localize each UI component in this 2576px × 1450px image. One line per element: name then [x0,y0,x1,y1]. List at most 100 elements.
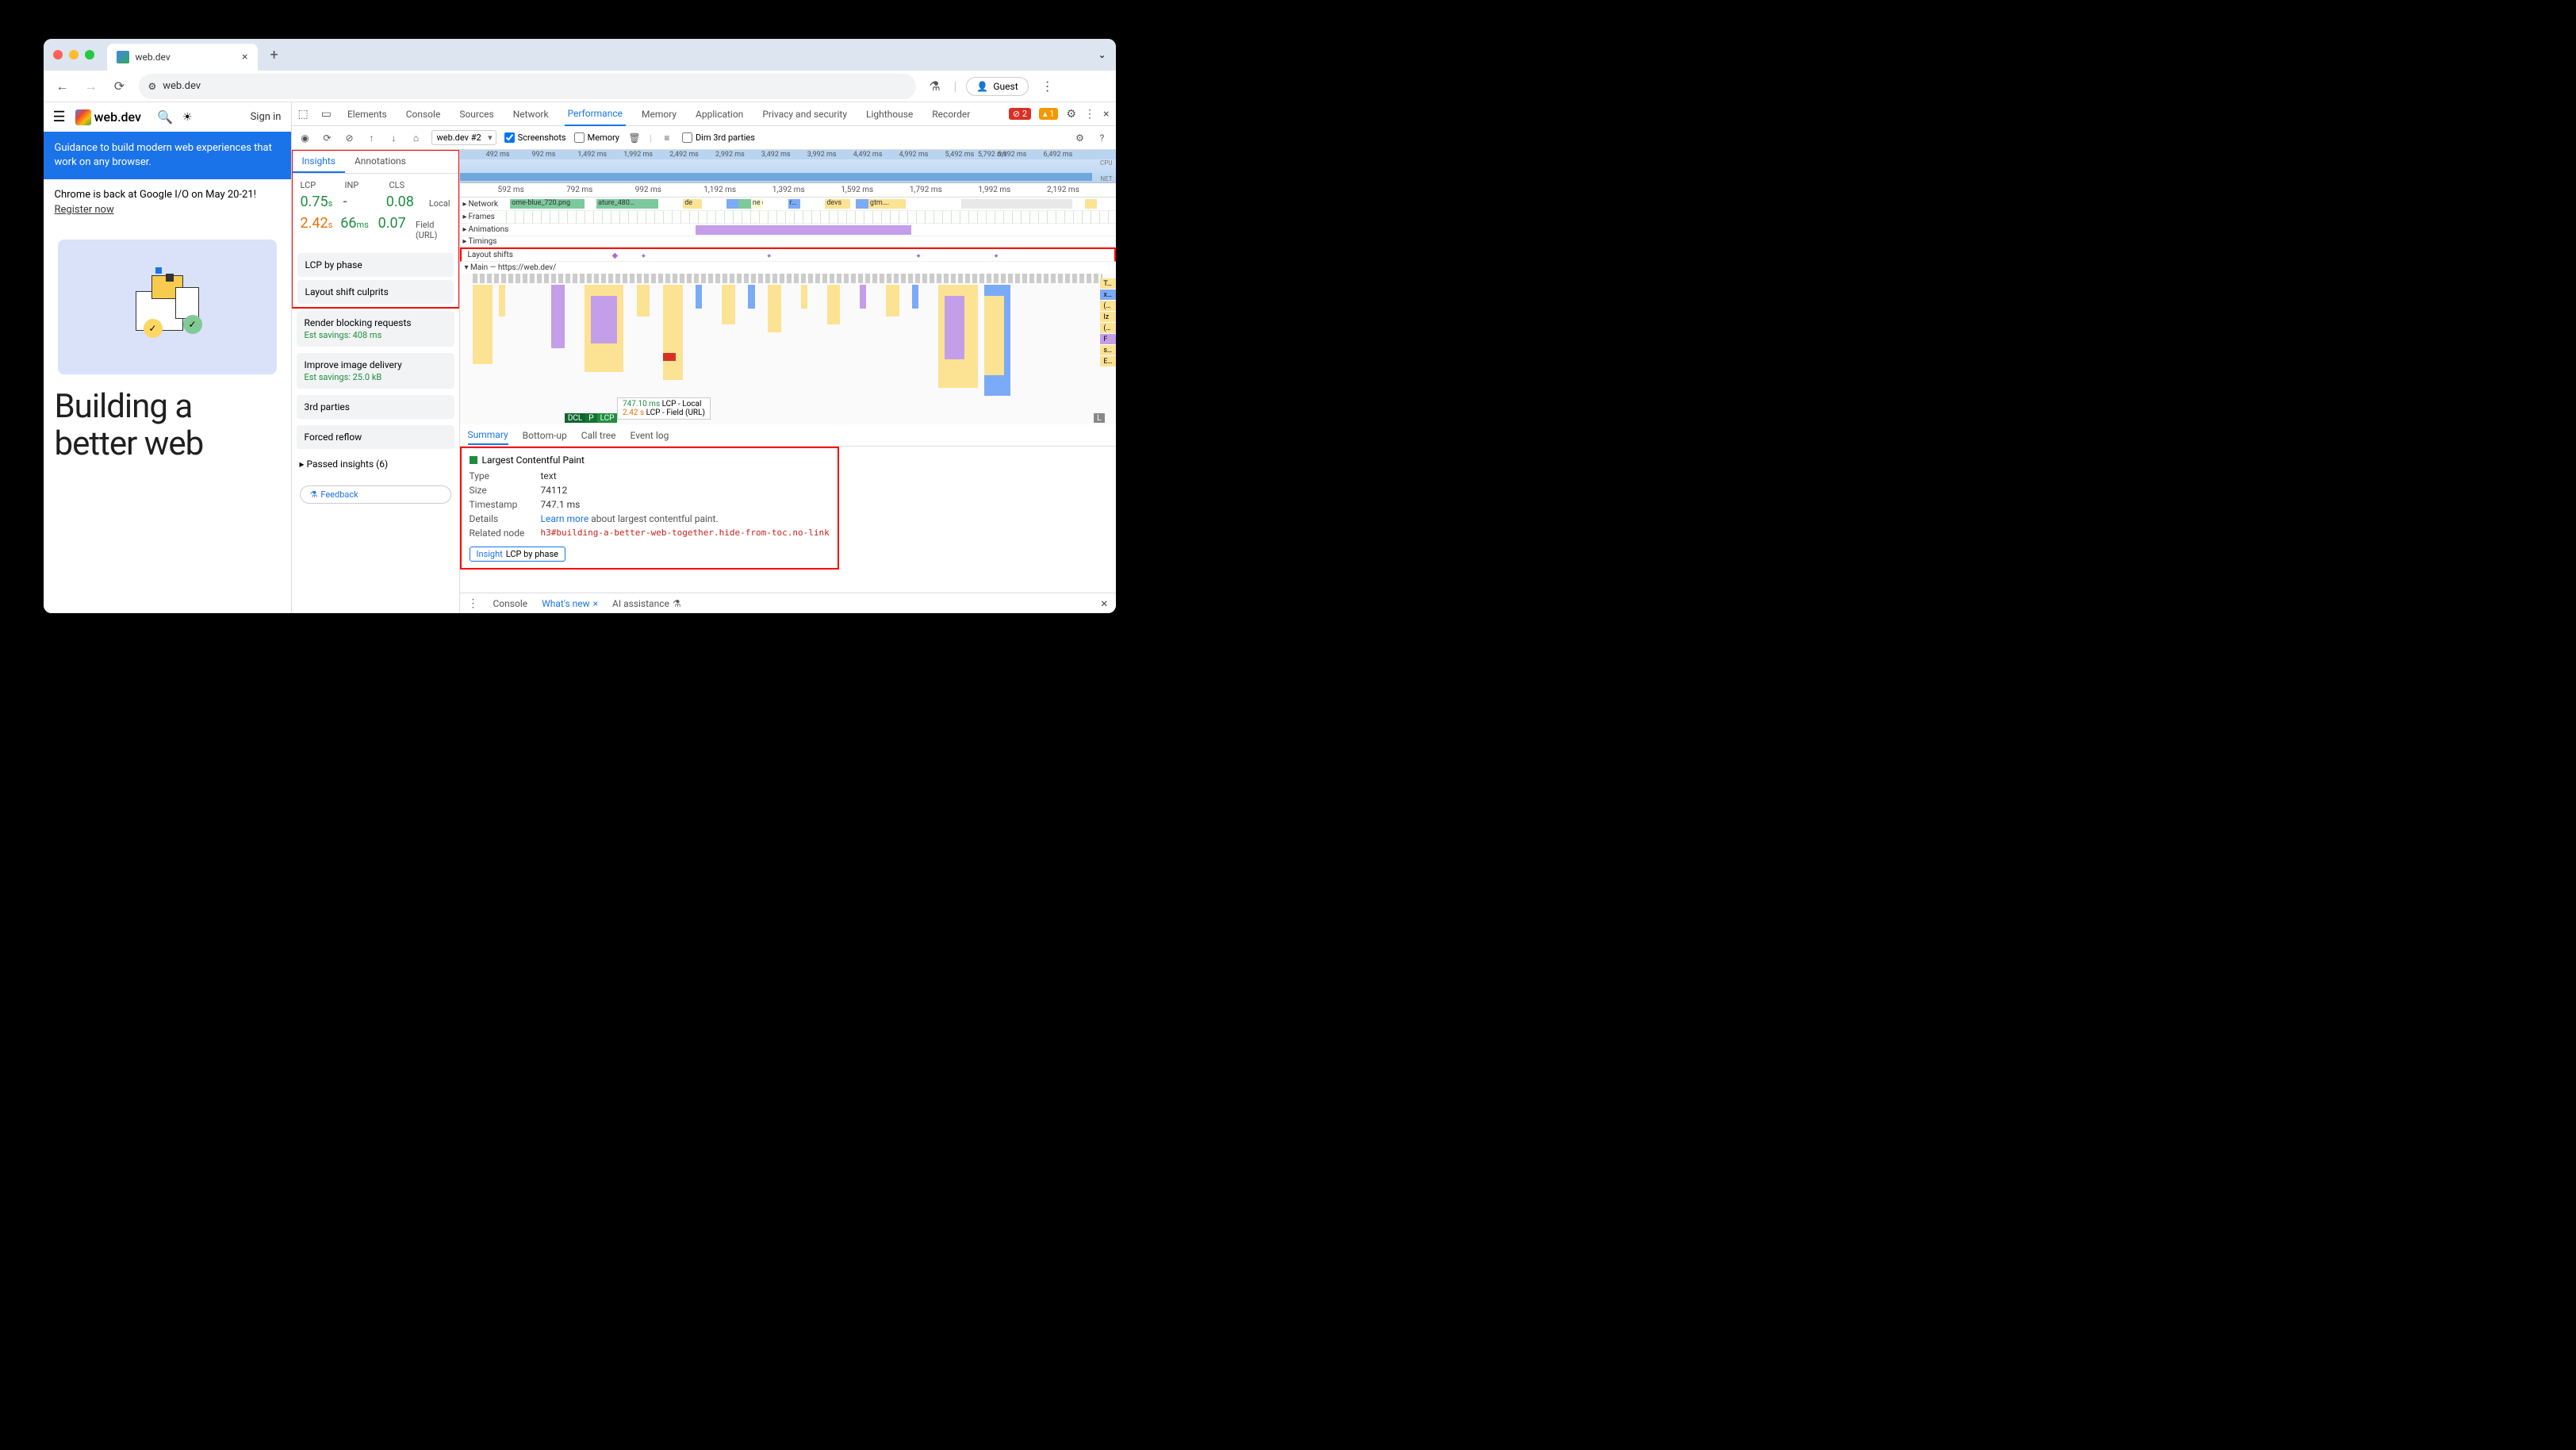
browser-window: web.dev × + ⌄ ← → ⟳ ⚙ web.dev ⚗ | 👤 Gues… [44,39,1116,613]
tab-console[interactable]: Console [403,109,444,120]
clear-icon[interactable]: ⊘ [343,132,357,144]
dim-3rd-checkbox[interactable]: Dim 3rd parties [682,132,755,143]
rendered-page: ☰ web.dev 🔍 ☀ Sign in Guidance to build … [44,102,291,613]
details-tabs: Summary Bottom-up Call tree Event log [460,424,1116,447]
upload-icon[interactable]: ↑ [365,132,379,144]
minimize-window-icon[interactable] [69,50,79,59]
tab-eventlog[interactable]: Event log [631,427,669,444]
drawer-menu-icon[interactable]: ⋮ [468,597,479,610]
download-icon[interactable]: ↓ [387,132,401,144]
menu-icon[interactable]: ⋮ [1038,79,1057,94]
tab-calltree[interactable]: Call tree [581,427,616,444]
tab-recorder[interactable]: Recorder [929,109,973,120]
record-icon[interactable]: ◉ [298,132,312,144]
tab-application[interactable]: Application [692,109,746,120]
cls-field: 0.07 [378,215,408,232]
insight-layout-culprits[interactable]: Layout shift culprits [297,280,454,304]
timeline-area: 492 ms 992 ms 1,492 ms 1,992 ms 2,492 ms… [460,150,1116,613]
drawer-ai[interactable]: AI assistance ⚗ [612,598,681,609]
recording-selector[interactable]: web.dev #2 [431,130,496,145]
tab-search-icon[interactable]: ⌄ [1098,49,1106,60]
learn-more-link[interactable]: Learn more [541,513,589,524]
close-window-icon[interactable] [53,50,63,59]
insight-image-delivery[interactable]: Improve image delivery Est savings: 25.0… [297,353,454,389]
reload-icon[interactable]: ⟳ [110,79,129,94]
insight-forced-reflow[interactable]: Forced reflow [297,425,454,449]
garbage-icon[interactable]: 🗑 [627,132,642,144]
site-logo[interactable]: web.dev [75,109,141,125]
insight-chip[interactable]: Insight LCP by phase [470,547,565,562]
theme-toggle-icon[interactable]: ☀ [182,111,193,124]
feedback-button[interactable]: ⚗ Feedback [300,485,451,504]
load-marker[interactable]: L [1094,413,1104,423]
insight-render-blocking[interactable]: Render blocking requests Est savings: 40… [297,311,454,347]
animations-track[interactable]: ▸ Animations [460,224,1116,236]
annotations-tab[interactable]: Annotations [345,151,416,173]
tab-summary[interactable]: Summary [468,426,508,445]
forward-icon[interactable]: → [82,79,101,94]
screenshots-checkbox[interactable]: Screenshots [504,132,566,143]
timings-track[interactable]: ▸ Timings [460,236,1116,247]
perf-settings-icon[interactable]: ⚙ [1073,132,1087,144]
tab-privacy[interactable]: Privacy and security [759,109,850,120]
hamburger-icon[interactable]: ☰ [53,109,66,125]
tab-title: web.dev [136,52,171,63]
tab-performance[interactable]: Performance [565,102,626,126]
insights-tab[interactable]: Insights [293,151,345,173]
timing-markers[interactable]: DCL P LCP [565,413,618,423]
local-label: Local [429,198,450,209]
more-icon[interactable]: ⋮ [1084,108,1095,121]
throttle-icon[interactable]: ≡ [660,132,674,144]
layout-shifts-track[interactable]: Layout shifts ◆ ◆ ◆ ◆ ◆ [460,247,1116,262]
devtools-tabs: ⬚ ▭ Elements Console Sources Network Per… [292,102,1116,126]
signin-link[interactable]: Sign in [251,111,282,123]
maximize-window-icon[interactable] [85,50,94,59]
home-icon[interactable]: ⌂ [409,132,424,144]
frames-track[interactable]: ▸ Frames [460,211,1116,224]
passed-insights[interactable]: ▸ Passed insights (6) [292,452,459,476]
browser-tab[interactable]: web.dev × [107,44,258,71]
flame-chart[interactable]: T… x… (… Iz (… F s… E… 747.10 ms LCP - L… [460,274,1116,424]
labs-icon[interactable]: ⚗ [926,79,945,94]
address-bar[interactable]: ⚙ web.dev [139,74,916,99]
close-tab-icon[interactable]: × [242,51,247,63]
flamechart-area[interactable]: 592 ms 792 ms 992 ms 1,192 ms 1,392 ms 1… [460,183,1116,593]
main-thread-label[interactable]: ▾ Main — https://web.dev/ [460,262,1116,274]
network-track[interactable]: ▸ Network ome-blue_720.png ature_480… de… [460,198,1116,211]
help-icon[interactable]: ? [1095,132,1110,144]
insight-3rd-parties[interactable]: 3rd parties [297,395,454,419]
hero-heading: Building a better web [44,389,291,462]
insight-lcp-phase[interactable]: LCP by phase [297,253,454,277]
reload-record-icon[interactable]: ⟳ [320,132,335,144]
cpu-label: CPU [1100,159,1112,167]
tab-elements[interactable]: Elements [344,109,390,120]
overview-ruler[interactable]: 492 ms 992 ms 1,492 ms 1,992 ms 2,492 ms… [460,150,1116,159]
register-link[interactable]: Register now [55,204,114,216]
search-icon[interactable]: 🔍 [157,109,173,125]
site-settings-icon[interactable]: ⚙ [148,81,157,92]
cls-header: CLS [389,180,426,190]
device-icon[interactable]: ▭ [321,108,332,121]
settings-icon[interactable]: ⚙ [1066,108,1076,121]
tab-network[interactable]: Network [510,109,552,120]
page-header: ☰ web.dev 🔍 ☀ Sign in [44,102,291,132]
profile-button[interactable]: 👤 Guest [966,77,1028,96]
drawer-console[interactable]: Console [493,598,528,609]
warning-count[interactable]: ▴ 1 [1039,108,1058,120]
related-node[interactable]: h3#building-a-better-web-together.hide-f… [541,527,830,539]
tab-memory[interactable]: Memory [638,109,680,120]
cpu-overview[interactable]: CPU NET [460,159,1116,183]
memory-checkbox[interactable]: Memory [574,132,619,143]
tab-lighthouse[interactable]: Lighthouse [863,109,916,120]
new-tab-icon[interactable]: + [264,47,285,63]
tab-bottomup[interactable]: Bottom-up [523,427,567,444]
back-icon[interactable]: ← [53,79,72,94]
close-devtools-icon[interactable]: × [1103,108,1109,121]
hero-illustration: ✓ ✓ [58,240,277,374]
error-count[interactable]: ⊘ 2 [1009,108,1031,120]
close-tab-icon[interactable]: × [593,598,598,609]
drawer-whatsnew[interactable]: What's new × [542,598,598,609]
tab-sources[interactable]: Sources [456,109,496,120]
drawer-close-icon[interactable]: × [1101,596,1108,611]
inspect-icon[interactable]: ⬚ [298,108,309,121]
